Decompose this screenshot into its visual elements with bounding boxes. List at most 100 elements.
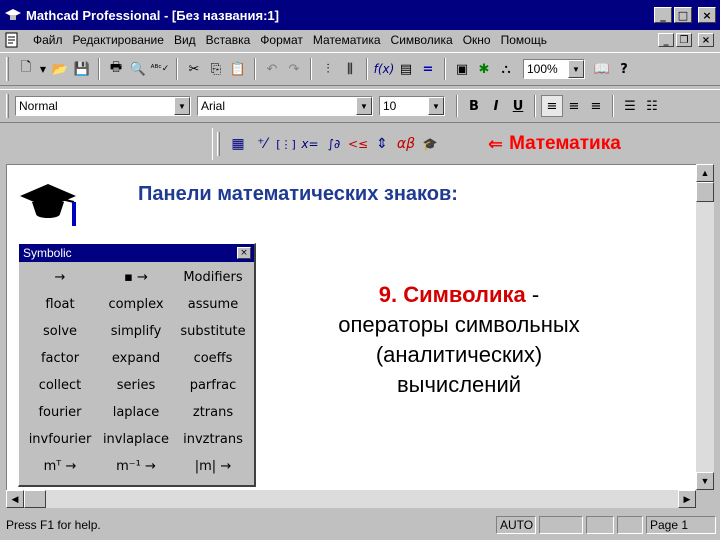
new-document-icon[interactable]: 🗋 xyxy=(15,58,37,80)
menu-help[interactable]: Помощь xyxy=(496,33,552,47)
style-select[interactable]: Normal ▼ xyxy=(15,96,191,116)
print-icon[interactable]: 🖶 xyxy=(105,58,127,80)
insert-unit-icon[interactable]: ▤ xyxy=(395,58,417,80)
chevron-down-icon[interactable]: ▼ xyxy=(428,97,444,115)
copy-icon[interactable]: ⎘ xyxy=(205,58,227,80)
ztrans-button[interactable]: ztrans xyxy=(174,399,252,426)
open-folder-icon[interactable]: 📂 xyxy=(49,58,71,80)
toolbar-grip[interactable] xyxy=(6,57,9,81)
factor-button[interactable]: factor xyxy=(22,345,98,372)
calculus-palette-icon[interactable]: ∫∂ xyxy=(322,132,346,156)
font-select[interactable]: Arial ▼ xyxy=(197,96,373,116)
invfourier-button[interactable]: invfourier xyxy=(22,426,98,453)
simplify-button[interactable]: simplify xyxy=(98,318,174,345)
menu-symbolics[interactable]: Символика xyxy=(386,33,458,47)
palette-title-bar[interactable]: Symbolic × xyxy=(19,244,254,262)
vertical-scrollbar[interactable]: ▲ ▼ xyxy=(696,164,714,490)
calculator-palette-icon[interactable]: ▦ xyxy=(226,132,250,156)
float-button[interactable]: float xyxy=(22,291,98,318)
new-dropdown-icon[interactable]: ▼ xyxy=(37,58,49,80)
doc-restore-button[interactable]: ❐ xyxy=(676,33,692,47)
programming-palette-icon[interactable]: ⇕ xyxy=(370,132,394,156)
determinant-button[interactable]: |m| → xyxy=(174,453,252,480)
paste-icon[interactable]: 📋 xyxy=(227,58,249,80)
cut-icon[interactable]: ✂ xyxy=(183,58,205,80)
series-button[interactable]: series xyxy=(98,372,174,399)
toolbar-grip[interactable] xyxy=(6,94,9,118)
menu-view[interactable]: Вид xyxy=(169,33,201,47)
modifiers-button[interactable]: Modifiers xyxy=(174,264,252,291)
symbolic-palette-icon[interactable]: 🎓 xyxy=(418,132,442,156)
scroll-left-icon[interactable]: ◀ xyxy=(6,490,24,508)
close-button[interactable]: × xyxy=(698,7,716,23)
resource-book-icon[interactable]: 📖 xyxy=(591,58,613,80)
document-icon[interactable] xyxy=(4,32,20,48)
chevron-down-icon[interactable]: ▼ xyxy=(568,60,584,78)
matrix-palette-icon[interactable]: [⋮] xyxy=(274,132,298,156)
align-across-icon[interactable]: ⫶ xyxy=(317,58,339,80)
assume-button[interactable]: assume xyxy=(174,291,252,318)
palette-close-icon[interactable]: × xyxy=(237,247,251,259)
fourier-button[interactable]: fourier xyxy=(22,399,98,426)
scroll-down-icon[interactable]: ▼ xyxy=(696,472,714,490)
menu-insert[interactable]: Вставка xyxy=(201,33,256,47)
print-preview-icon[interactable]: 🔍 xyxy=(127,58,149,80)
greek-palette-icon[interactable]: αβ xyxy=(394,132,418,156)
symbolic-palette[interactable]: Symbolic × → ▪ → Modifiers float complex… xyxy=(18,243,256,487)
bullet-list-icon[interactable]: ☰ xyxy=(619,95,641,117)
numbered-list-icon[interactable]: ☷ xyxy=(641,95,663,117)
scroll-right-icon[interactable]: ▶ xyxy=(678,490,696,508)
evaluation-palette-icon[interactable]: x= xyxy=(298,132,322,156)
graph-palette-icon[interactable]: ⁺⁄ xyxy=(250,132,274,156)
doc-minimize-button[interactable]: _ xyxy=(658,33,674,47)
invlaplace-button[interactable]: invlaplace xyxy=(98,426,174,453)
parfrac-button[interactable]: parfrac xyxy=(174,372,252,399)
symbolic-evaluate-button[interactable]: → xyxy=(22,264,98,291)
component-icon[interactable]: ✱ xyxy=(473,58,495,80)
maximize-button[interactable]: □ xyxy=(674,7,692,23)
collect-button[interactable]: collect xyxy=(22,372,98,399)
insert-graph-icon[interactable]: ▣ xyxy=(451,58,473,80)
menu-edit[interactable]: Редактирование xyxy=(68,33,169,47)
laplace-button[interactable]: laplace xyxy=(98,399,174,426)
boolean-palette-icon[interactable]: <≤ xyxy=(346,132,370,156)
invztrans-button[interactable]: invztrans xyxy=(174,426,252,453)
align-center-icon[interactable]: ≡ xyxy=(563,95,585,117)
minimize-button[interactable]: _ xyxy=(654,7,672,23)
calculate-icon[interactable]: = xyxy=(417,58,439,80)
substitute-button[interactable]: substitute xyxy=(174,318,252,345)
resource-center-icon[interactable]: ⛬ xyxy=(495,58,517,80)
vertical-scroll-thumb[interactable] xyxy=(696,182,714,202)
spell-check-icon[interactable]: ᴬᴮᶜ✓ xyxy=(149,58,171,80)
toolbar-grip[interactable] xyxy=(217,132,220,156)
menu-format[interactable]: Формат xyxy=(255,33,308,47)
menu-window[interactable]: Окно xyxy=(458,33,496,47)
symbolic-keyword-evaluate-button[interactable]: ▪ → xyxy=(98,264,174,291)
font-size-select[interactable]: 10 ▼ xyxy=(379,96,445,116)
expand-button[interactable]: expand xyxy=(98,345,174,372)
redo-icon[interactable]: ↷ xyxy=(283,58,305,80)
align-left-icon[interactable]: ≡ xyxy=(541,95,563,117)
inverse-button[interactable]: m⁻¹ → xyxy=(98,453,174,480)
complex-button[interactable]: complex xyxy=(98,291,174,318)
menu-file[interactable]: Файл xyxy=(28,33,68,47)
mathcad-app-icon[interactable] xyxy=(4,6,22,24)
insert-function-icon[interactable]: f(x) xyxy=(373,58,395,80)
chevron-down-icon[interactable]: ▼ xyxy=(356,97,372,115)
transpose-button[interactable]: mᵀ → xyxy=(22,453,98,480)
chevron-down-icon[interactable]: ▼ xyxy=(174,97,190,115)
zoom-select[interactable]: 100% ▼ xyxy=(523,59,585,79)
undo-icon[interactable]: ↶ xyxy=(261,58,283,80)
coeffs-button[interactable]: coeffs xyxy=(174,345,252,372)
align-down-icon[interactable]: ⫼ xyxy=(339,58,361,80)
align-right-icon[interactable]: ≡ xyxy=(585,95,607,117)
scroll-up-icon[interactable]: ▲ xyxy=(696,164,714,182)
horizontal-scroll-thumb[interactable] xyxy=(24,490,46,508)
menu-math[interactable]: Математика xyxy=(308,33,386,47)
underline-button[interactable]: U xyxy=(507,95,529,117)
doc-close-button[interactable]: × xyxy=(698,33,714,47)
horizontal-scrollbar[interactable]: ◀ ▶ xyxy=(6,490,696,508)
bold-button[interactable]: B xyxy=(463,95,485,117)
solve-button[interactable]: solve xyxy=(22,318,98,345)
help-icon[interactable]: ? xyxy=(613,58,635,80)
